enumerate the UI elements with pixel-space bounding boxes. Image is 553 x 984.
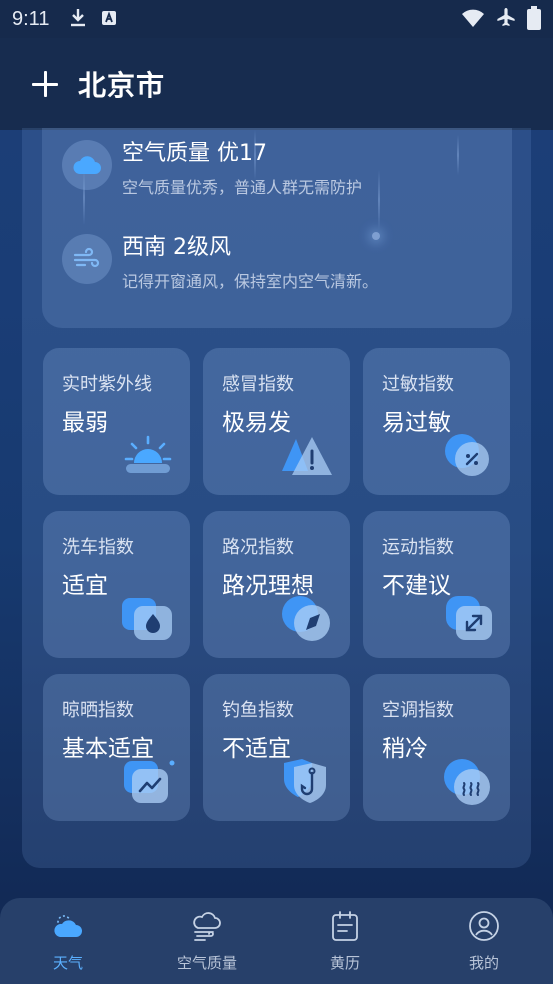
wind-row[interactable]: 西南 2级风 记得开窗通风，保持室内空气清新。	[62, 234, 378, 292]
index-label: 洗车指数	[62, 537, 134, 558]
index-label: 钓鱼指数	[222, 700, 294, 721]
index-value: 适宜	[62, 573, 108, 599]
cloud-icon	[62, 140, 112, 190]
wind-title: 西南 2级风	[122, 235, 231, 260]
city-name[interactable]: 北京市	[78, 64, 165, 104]
index-value: 最弱	[62, 410, 108, 436]
sport-arrow-icon	[446, 596, 492, 640]
tab-label: 我的	[468, 954, 499, 972]
warning-icon	[282, 437, 332, 475]
wind-desc: 记得开窗通风，保持室内空气清新。	[122, 272, 379, 291]
index-label: 过敏指数	[382, 374, 454, 395]
index-card-sport[interactable]: 运动指数 不建议	[363, 511, 510, 658]
air-quality-title: 空气质量 优17	[122, 141, 267, 166]
tab-label: 天气	[52, 954, 83, 972]
fishing-hook-icon	[284, 759, 326, 803]
tab-weather[interactable]: 天气	[8, 898, 128, 984]
header: 北京市	[0, 38, 553, 130]
tab-air-quality[interactable]: 空气质量	[147, 898, 267, 984]
index-card-fishing[interactable]: 钓鱼指数 不适宜	[203, 674, 350, 821]
download-icon	[69, 7, 87, 32]
tab-label: 黄历	[329, 954, 360, 972]
wind-icon	[62, 234, 112, 284]
battery-icon	[527, 6, 541, 35]
air-conditioner-icon	[444, 759, 490, 805]
index-card-cold[interactable]: 感冒指数 极易发	[203, 348, 350, 495]
status-time: 9:11	[12, 7, 50, 30]
index-card-ac[interactable]: 空调指数 稍冷	[363, 674, 510, 821]
airplane-icon	[495, 7, 517, 34]
index-card-drying[interactable]: 晾晒指数 基本适宜	[43, 674, 190, 821]
trend-icon	[124, 760, 175, 803]
profile-icon	[469, 911, 499, 941]
index-label: 空调指数	[382, 700, 454, 721]
index-card-uv[interactable]: 实时紫外线 最弱	[43, 348, 190, 495]
wifi-icon	[461, 8, 485, 33]
bottom-tab-bar: 天气 空气质量 黄历 我的	[0, 898, 553, 984]
allergy-badge-icon	[445, 434, 489, 476]
index-label: 晾晒指数	[62, 700, 134, 721]
sunrise-icon	[124, 435, 172, 473]
index-card-allergy[interactable]: 过敏指数 易过敏	[363, 348, 510, 495]
plus-icon[interactable]	[32, 71, 58, 97]
index-label: 路况指数	[222, 537, 294, 558]
compass-icon	[282, 596, 330, 641]
index-label: 运动指数	[382, 537, 454, 558]
water-drop-icon	[122, 598, 172, 640]
air-quality-icon	[193, 912, 221, 941]
weather-cloud-icon	[54, 915, 82, 937]
air-quality-row[interactable]: 空气质量 优17 空气质量优秀，普通人群无需防护	[62, 140, 362, 198]
tab-profile[interactable]: 我的	[424, 898, 544, 984]
index-value: 稍冷	[382, 736, 428, 762]
index-card-car-wash[interactable]: 洗车指数 适宜	[43, 511, 190, 658]
tab-label: 空气质量	[176, 954, 237, 972]
index-label: 感冒指数	[222, 374, 294, 395]
index-label: 实时紫外线	[62, 374, 152, 395]
status-bar: 9:11	[0, 0, 553, 38]
air-quality-desc: 空气质量优秀，普通人群无需防护	[122, 178, 363, 197]
calendar-icon	[332, 911, 358, 941]
tab-almanac[interactable]: 黄历	[285, 898, 405, 984]
app-icon	[101, 7, 117, 31]
index-card-traffic[interactable]: 路况指数 路况理想	[203, 511, 350, 658]
